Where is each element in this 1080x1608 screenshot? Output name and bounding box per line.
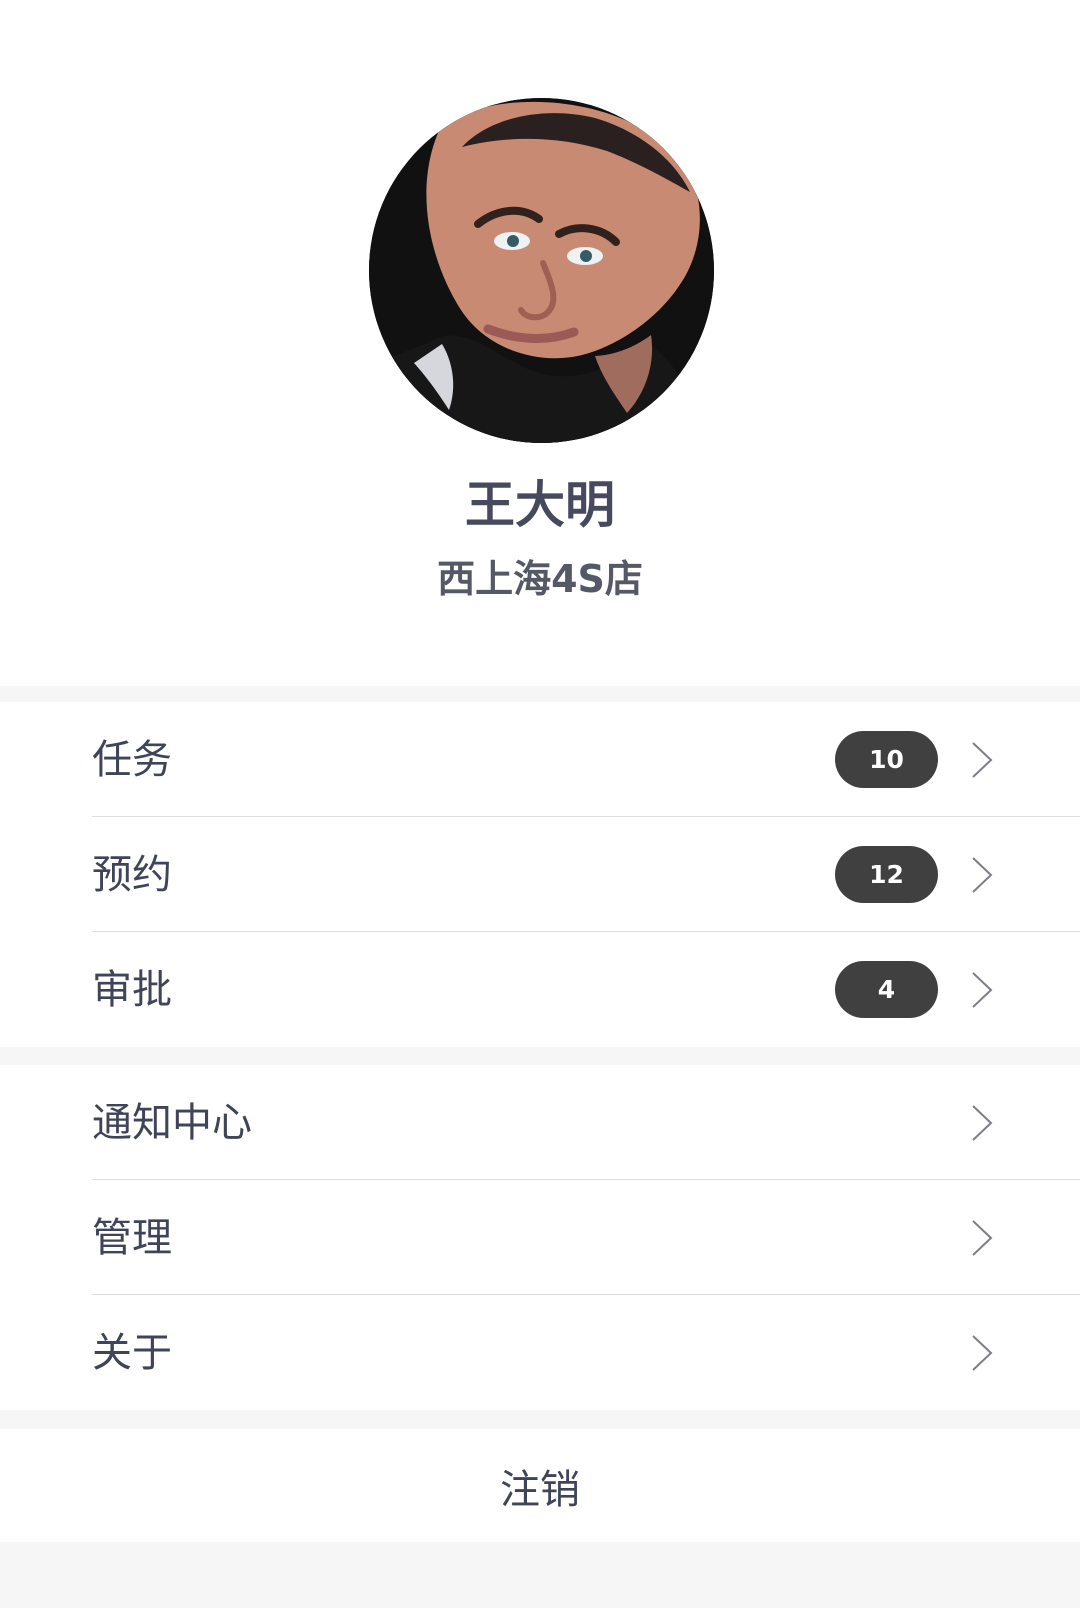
task-menu-group: 任务 10 预约 12 审批 4: [0, 702, 1080, 1047]
menu-item-management[interactable]: 管理: [0, 1180, 1080, 1295]
appointments-count-badge: 12: [835, 846, 938, 903]
logout-button[interactable]: 注销: [0, 1429, 1080, 1542]
store-name: 西上海4S店: [437, 557, 643, 601]
avatar[interactable]: [369, 98, 714, 443]
user-name: 王大明: [465, 476, 615, 534]
menu-label-tasks: 任务: [92, 736, 172, 783]
chevron-right-icon: [972, 1219, 993, 1256]
chevron-right-icon: [972, 1334, 993, 1371]
avatar-photo-icon: [369, 98, 714, 443]
approvals-count-badge: 4: [835, 961, 938, 1018]
chevron-right-icon: [972, 856, 993, 893]
menu-label-approvals: 审批: [92, 966, 172, 1013]
chevron-right-icon: [972, 741, 993, 778]
chevron-right-icon: [972, 971, 993, 1008]
menu-item-notifications[interactable]: 通知中心: [0, 1065, 1080, 1180]
menu-item-about[interactable]: 关于: [0, 1295, 1080, 1410]
menu-item-approvals[interactable]: 审批 4: [0, 932, 1080, 1047]
menu-item-tasks[interactable]: 任务 10: [0, 702, 1080, 817]
menu-item-appointments[interactable]: 预约 12: [0, 817, 1080, 932]
profile-header: 王大明 西上海4S店: [0, 0, 1080, 686]
menu-label-management: 管理: [92, 1214, 172, 1261]
settings-menu-group: 通知中心 管理 关于: [0, 1065, 1080, 1410]
chevron-right-icon: [972, 1104, 993, 1141]
menu-label-appointments: 预约: [92, 851, 172, 898]
menu-label-about: 关于: [92, 1329, 172, 1376]
tasks-count-badge: 10: [835, 731, 938, 788]
menu-label-notifications: 通知中心: [92, 1099, 252, 1146]
